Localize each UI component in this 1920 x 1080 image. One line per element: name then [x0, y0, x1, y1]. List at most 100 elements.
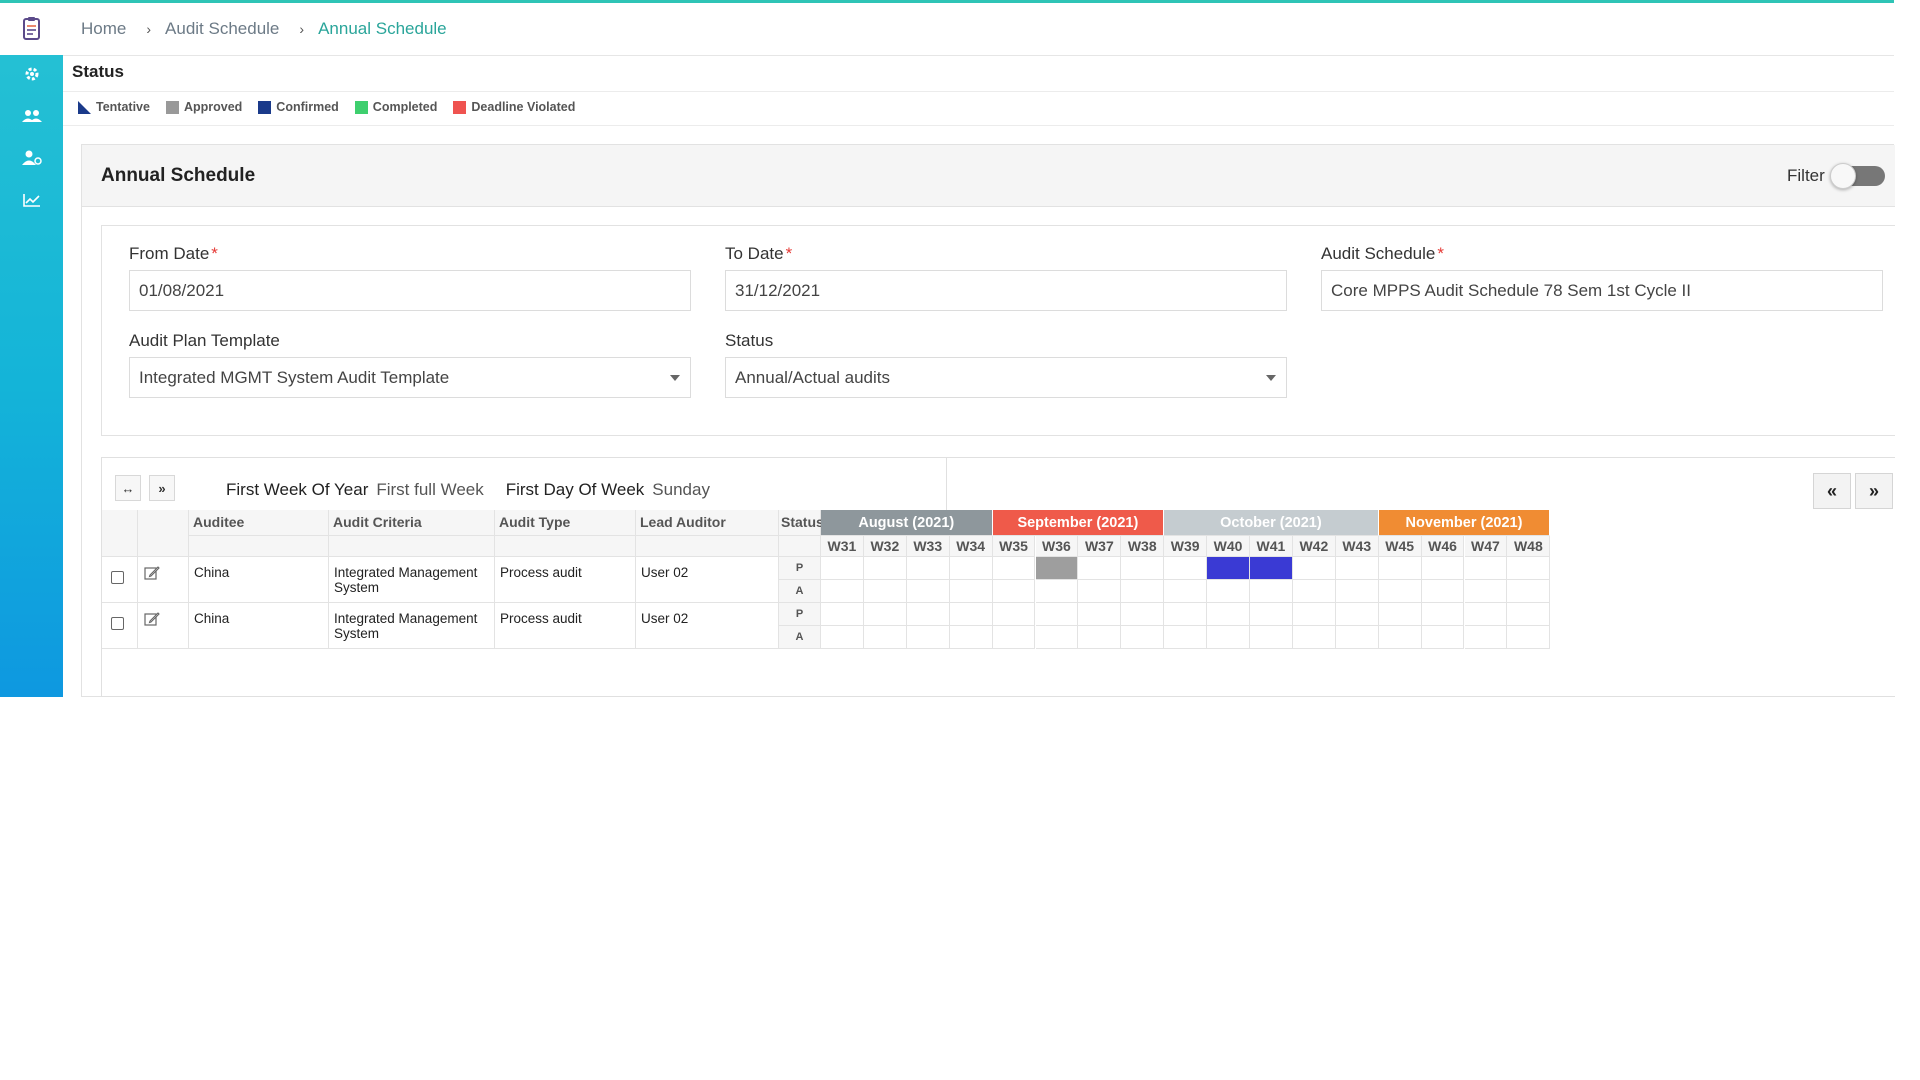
schedule-cell[interactable]	[1464, 603, 1508, 626]
status-title: Status	[72, 62, 124, 81]
schedule-form: From Date * 01/08/2021 To Date * 31/12/202…	[101, 225, 1895, 436]
schedule-cell[interactable]	[949, 580, 993, 603]
schedule-cell[interactable]	[1464, 626, 1508, 649]
schedule-cell[interactable]	[1507, 557, 1551, 580]
schedule-cell[interactable]	[992, 603, 1036, 626]
schedule-cell[interactable]	[1335, 557, 1379, 580]
schedule-cell[interactable]	[949, 603, 993, 626]
schedule-cell[interactable]	[992, 626, 1036, 649]
schedule-cell[interactable]	[1207, 626, 1250, 649]
schedule-cell[interactable]	[1035, 626, 1079, 649]
schedule-cell[interactable]	[1207, 603, 1250, 626]
schedule-cell[interactable]	[1164, 603, 1208, 626]
schedule-cell[interactable]	[906, 626, 950, 649]
schedule-cell[interactable]	[1378, 603, 1422, 626]
settings-icon[interactable]	[0, 59, 63, 89]
schedule-cell[interactable]	[863, 626, 907, 649]
schedule-cell[interactable]	[1121, 580, 1165, 603]
audit-plan-template-group: Audit Plan Template Integrated MGMT Syst…	[129, 331, 691, 398]
schedule-cell[interactable]	[1121, 603, 1165, 626]
schedule-cell[interactable]	[1507, 603, 1551, 626]
schedule-cell[interactable]	[1078, 603, 1122, 626]
schedule-cell[interactable]	[1378, 557, 1422, 580]
schedule-cell[interactable]	[1207, 580, 1250, 603]
schedule-cell[interactable]	[1121, 626, 1165, 649]
schedule-cell[interactable]	[863, 580, 907, 603]
schedule-cell[interactable]	[1078, 557, 1122, 580]
week-header-w33: W33	[906, 536, 950, 557]
week-header-w42: W42	[1292, 536, 1336, 557]
schedule-cell[interactable]	[821, 557, 864, 580]
schedule-cell[interactable]	[821, 603, 864, 626]
schedule-cell[interactable]	[949, 557, 993, 580]
next-columns-button[interactable]: »	[149, 475, 175, 501]
schedule-cell[interactable]	[1035, 603, 1079, 626]
prev-page-button[interactable]: «	[1813, 473, 1851, 509]
schedule-grid: ↔ » First Week Of Year First full Week F…	[101, 457, 1895, 697]
panel-title: Annual Schedule	[101, 165, 256, 186]
schedule-cell[interactable]	[1335, 580, 1379, 603]
schedule-cell[interactable]	[1378, 626, 1422, 649]
schedule-cell[interactable]	[1078, 580, 1122, 603]
breadcrumb-audit-schedule[interactable]: Audit Schedule	[165, 19, 279, 39]
chart-line-icon[interactable]	[0, 185, 63, 215]
schedule-cell[interactable]	[1164, 626, 1208, 649]
to-date-input[interactable]: 31/12/2021	[725, 270, 1287, 311]
schedule-bar-confirmed[interactable]	[1207, 557, 1250, 580]
schedule-cell[interactable]	[1421, 626, 1465, 649]
schedule-cell[interactable]	[1292, 580, 1336, 603]
schedule-cell[interactable]	[1335, 603, 1379, 626]
user-settings-icon[interactable]	[0, 143, 63, 173]
schedule-cell[interactable]	[992, 580, 1036, 603]
schedule-cell[interactable]	[1250, 580, 1293, 603]
schedule-cell[interactable]	[821, 626, 864, 649]
required-marker: *	[1437, 244, 1444, 263]
schedule-cell[interactable]	[1464, 557, 1508, 580]
schedule-cell[interactable]	[863, 603, 907, 626]
schedule-cell[interactable]	[906, 580, 950, 603]
schedule-cell[interactable]	[1421, 557, 1465, 580]
expand-columns-button[interactable]: ↔	[115, 475, 141, 501]
schedule-cell[interactable]	[1507, 580, 1551, 603]
schedule-cell[interactable]	[1335, 626, 1379, 649]
app-logo[interactable]	[0, 3, 63, 55]
schedule-cell[interactable]	[906, 557, 950, 580]
row-checkbox[interactable]	[111, 617, 124, 630]
audit-plan-template-select[interactable]: Integrated MGMT System Audit Template	[129, 357, 691, 398]
week-header-w41: W41	[1250, 536, 1293, 557]
filter-toggle[interactable]	[1830, 163, 1885, 189]
schedule-cell[interactable]	[1250, 626, 1293, 649]
schedule-cell[interactable]	[1121, 557, 1165, 580]
schedule-cell[interactable]	[1164, 580, 1208, 603]
users-group-icon[interactable]	[0, 101, 63, 131]
row-checkbox[interactable]	[111, 571, 124, 584]
schedule-cell[interactable]	[906, 603, 950, 626]
edit-icon[interactable]	[144, 611, 160, 630]
schedule-cell[interactable]	[992, 557, 1036, 580]
schedule-cell[interactable]	[1292, 626, 1336, 649]
schedule-cell[interactable]	[1292, 603, 1336, 626]
schedule-cell[interactable]	[1250, 603, 1293, 626]
status-label: Status	[725, 331, 774, 350]
from-date-input[interactable]: 01/08/2021	[129, 270, 691, 311]
schedule-cell[interactable]	[949, 626, 993, 649]
audit-schedule-input[interactable]: Core MPPS Audit Schedule 78 Sem 1st Cycl…	[1321, 270, 1883, 311]
schedule-cell[interactable]	[1378, 580, 1422, 603]
edit-icon[interactable]	[144, 565, 160, 584]
schedule-cell[interactable]	[1464, 580, 1508, 603]
status-select[interactable]: Annual/Actual audits	[725, 357, 1287, 398]
next-page-button[interactable]: »	[1855, 473, 1893, 509]
schedule-bar-confirmed[interactable]	[1250, 557, 1293, 580]
schedule-cell[interactable]	[1292, 557, 1336, 580]
schedule-cell[interactable]	[821, 580, 864, 603]
schedule-cell[interactable]	[1035, 580, 1079, 603]
schedule-cell[interactable]	[863, 557, 907, 580]
schedule-bar-approved[interactable]	[1035, 557, 1079, 580]
schedule-cell[interactable]	[1507, 626, 1551, 649]
schedule-cell[interactable]	[1421, 580, 1465, 603]
from-date-label: From Date	[129, 244, 210, 263]
schedule-cell[interactable]	[1421, 603, 1465, 626]
breadcrumb-home[interactable]: Home	[81, 19, 126, 39]
schedule-cell[interactable]	[1078, 626, 1122, 649]
schedule-cell[interactable]	[1164, 557, 1208, 580]
